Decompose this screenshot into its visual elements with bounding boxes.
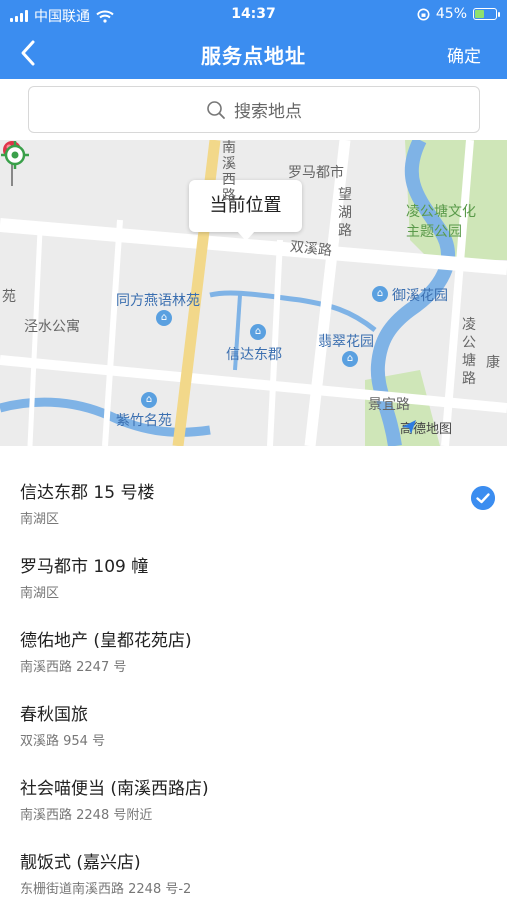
building-icon: ⌂ xyxy=(250,324,266,340)
locate-me-icon[interactable] xyxy=(0,140,30,170)
status-bar: 中国联通 14:37 45% xyxy=(0,0,507,28)
map-label-xinda: 信达东郡 xyxy=(226,347,282,363)
list-item[interactable]: 社会喵便当 (南溪西路店) 南溪西路 2248 号附近 xyxy=(0,742,507,823)
selected-check-icon xyxy=(471,486,495,510)
list-item[interactable]: 春秋国旅 双溪路 954 号 xyxy=(0,668,507,749)
map-label-feicui: 翡翠花园 xyxy=(318,334,374,350)
list-item[interactable]: 信达东郡 15 号楼 南湖区 xyxy=(0,446,507,527)
map-label-shuangxi: 双溪路 xyxy=(289,238,333,260)
battery-icon xyxy=(473,8,500,20)
map-label-jingyi: 景宜路 xyxy=(368,397,410,413)
building-icon: ⌂ xyxy=(372,286,388,302)
list-item-name: 罗马都市 109 幢 xyxy=(20,557,149,577)
building-icon: ⌂ xyxy=(342,351,358,367)
map-label-yuxi: 御溪花园 xyxy=(392,288,448,304)
top-bar: 中国联通 14:37 45% 服务点地址 确定 xyxy=(0,0,507,79)
list-item-name: 靓饭式 (嘉兴店) xyxy=(20,853,141,873)
map-brand: 高德地图 xyxy=(400,418,452,437)
map-label-park: 凌公塘文化 主题公园 xyxy=(406,204,476,240)
list-item-name: 德佑地产 (皇都花苑店) xyxy=(20,631,192,651)
navigation-arrow-icon xyxy=(402,420,416,434)
map-label-kang: 康 xyxy=(486,355,500,371)
list-item-address: 东栅街道南溪西路 2248 号-2 xyxy=(20,882,192,897)
nav-bar: 服务点地址 确定 xyxy=(0,28,507,79)
map-label-yuan: 苑 xyxy=(2,289,16,305)
map-label-zizhu: 紫竹名苑 xyxy=(116,413,172,429)
map-label-luoma: 罗马都市 xyxy=(288,165,344,181)
list-item-name: 社会喵便当 (南溪西路店) xyxy=(20,779,209,799)
map-label-nanxi: 南溪西路 xyxy=(222,140,236,204)
building-icon: ⌂ xyxy=(141,392,157,408)
map-label-jingshui: 泾水公寓 xyxy=(24,319,80,335)
map-view[interactable]: 当前位置 罗马都市 凌公塘文化 主题公园 双溪路 望湖路 同方燕语林苑 ⌂ ⌂ … xyxy=(0,140,507,446)
search-area: 搜索地点 xyxy=(0,79,507,140)
building-icon: ⌂ xyxy=(156,310,172,326)
confirm-button[interactable]: 确定 xyxy=(447,42,481,67)
search-icon xyxy=(207,100,225,119)
rotation-lock-icon xyxy=(417,8,430,20)
map-label-wanghu: 望湖路 xyxy=(338,187,352,239)
list-item[interactable]: 罗马都市 109 幢 南湖区 xyxy=(0,520,507,601)
map-label-linggong-road: 凌公塘路 xyxy=(462,317,476,387)
map-label-tongfang: 同方燕语林苑 xyxy=(116,293,200,309)
list-item-name: 春秋国旅 xyxy=(20,705,88,725)
list-item[interactable]: 德佑地产 (皇都花苑店) 南溪西路 2247 号 xyxy=(0,594,507,675)
search-input[interactable]: 搜索地点 xyxy=(28,86,480,133)
page-title: 服务点地址 xyxy=(201,44,306,68)
list-item[interactable]: 靓饭式 (嘉兴店) 东栅街道南溪西路 2248 号-2 xyxy=(0,816,507,897)
search-placeholder: 搜索地点 xyxy=(234,102,302,122)
address-list: 信达东郡 15 号楼 南湖区 罗马都市 109 幢 南湖区 德佑地产 (皇都花苑… xyxy=(0,446,507,900)
list-item-name: 信达东郡 15 号楼 xyxy=(20,483,155,503)
current-location-callout: 当前位置 xyxy=(189,180,302,241)
battery-percent: 45% xyxy=(435,6,467,22)
